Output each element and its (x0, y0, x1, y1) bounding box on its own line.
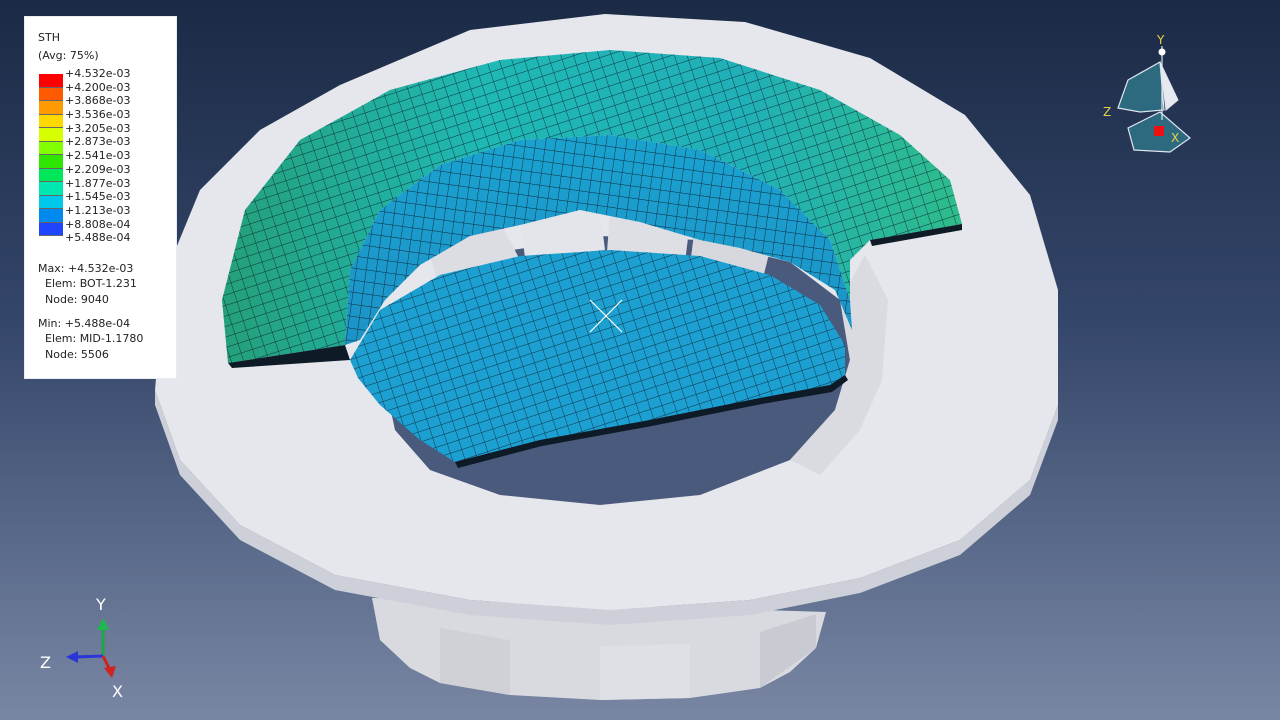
legend-swatches (39, 74, 63, 236)
legend-level-label: +1.545e-03 (65, 190, 131, 204)
triad-x-label: X (112, 682, 123, 701)
triad-y-label: Y (95, 595, 106, 614)
legend-swatch (39, 209, 63, 223)
legend-swatch (39, 222, 63, 236)
legend-labels: +4.532e-03 +4.200e-03 +3.868e-03 +3.536e-03… (65, 67, 130, 245)
legend-max-value: Max: +4.532e-03 (38, 262, 134, 275)
view-cube-x-label: X (1171, 131, 1179, 145)
legend-swatch (39, 195, 63, 209)
legend-level-label: +1.213e-03 (65, 203, 131, 217)
legend-swatch (39, 168, 63, 182)
triad-z-label: Z (40, 653, 51, 672)
legend-level-label: +3.868e-03 (65, 94, 131, 108)
legend-subtitle: (Avg: 75%) (38, 49, 99, 62)
legend-swatch (39, 141, 63, 155)
view-cube-y-label: Y (1156, 33, 1165, 47)
legend-level-label: +8.808e-04 (65, 217, 131, 231)
contour-legend: STH (Avg: 75%) +4.532e-03 +4.200e-03 +3.86… (24, 16, 177, 379)
legend-swatch (39, 87, 63, 101)
legend-swatch (39, 128, 63, 142)
legend-level-label: +2.873e-03 (65, 135, 131, 149)
legend-level-label: +1.877e-03 (65, 176, 131, 190)
model-viewport[interactable]: Y Z X Y Z X (0, 0, 1280, 720)
legend-level-label: +5.488e-04 (65, 231, 131, 245)
legend-level-label: +3.536e-03 (65, 108, 131, 122)
legend-min-node: Node: 5506 (45, 348, 109, 361)
legend-level-label: +3.205e-03 (65, 121, 131, 135)
legend-max-node: Node: 9040 (45, 293, 109, 306)
legend-swatch (39, 155, 63, 169)
legend-swatch (39, 101, 63, 115)
legend-min-element: Elem: MID-1.1780 (45, 332, 144, 345)
legend-max-element: Elem: BOT-1.231 (45, 277, 137, 290)
legend-min-value: Min: +5.488e-04 (38, 317, 131, 330)
legend-title: STH (38, 31, 60, 44)
legend-level-label: +2.541e-03 (65, 149, 131, 163)
legend-swatch (39, 74, 63, 88)
legend-level-label: +4.532e-03 (65, 67, 131, 80)
legend-swatch (39, 114, 63, 128)
legend-swatch (39, 182, 63, 196)
legend-level-label: +4.200e-03 (65, 80, 131, 94)
view-cube[interactable]: Y Z X (1103, 33, 1191, 153)
legend-level-label: +2.209e-03 (65, 162, 131, 176)
coordinate-triad: Y Z X (40, 595, 123, 701)
view-cube-z-label: Z (1103, 105, 1111, 119)
